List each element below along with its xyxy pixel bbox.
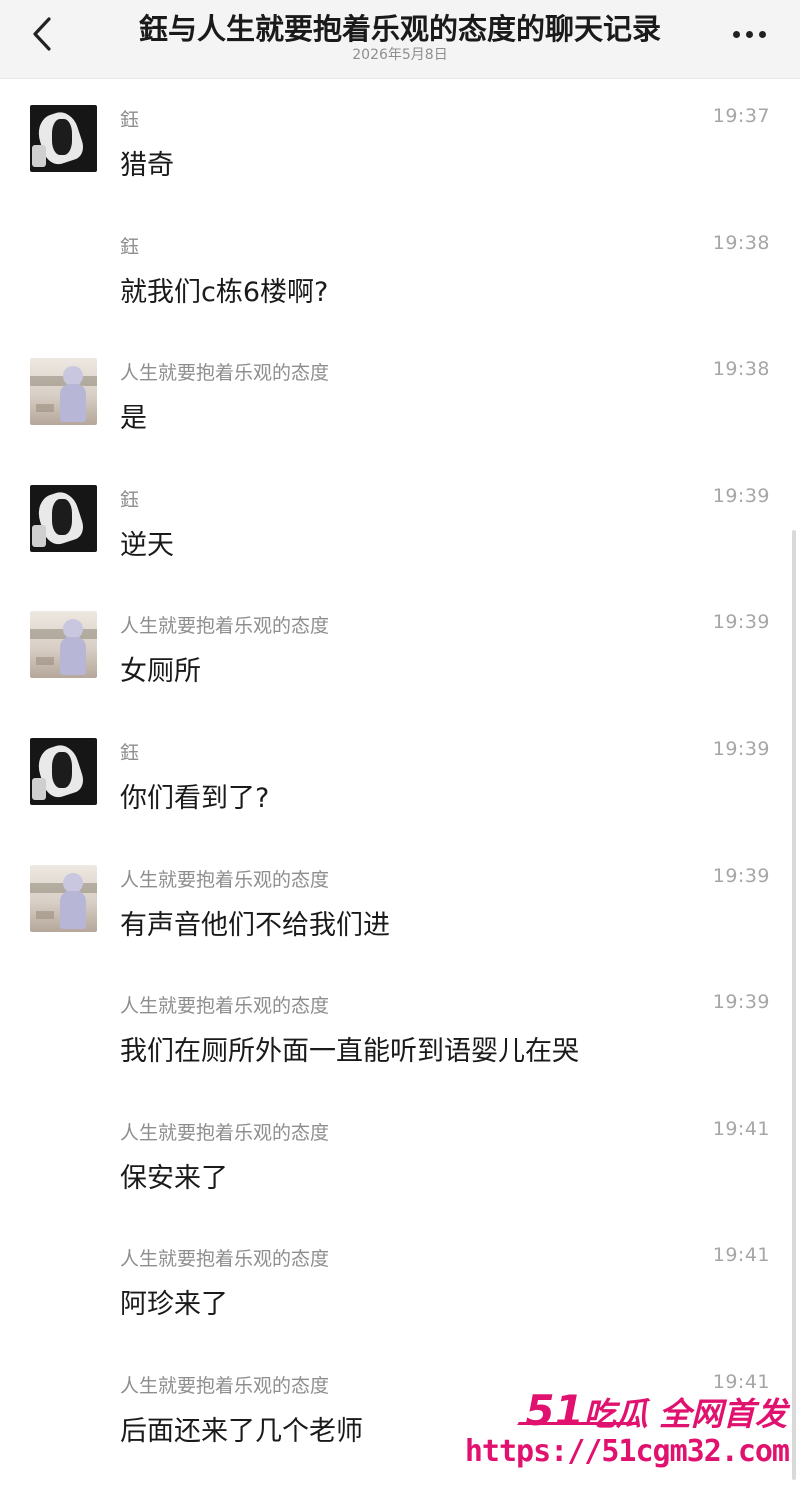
sender-name: 人生就要抱着乐观的态度 bbox=[120, 615, 330, 638]
message-text: 是 bbox=[120, 403, 147, 435]
message-text: 有声音他们不给我们进 bbox=[120, 909, 390, 941]
watermark-brand-text: 吃瓜 全网首发 bbox=[583, 1395, 787, 1433]
site-watermark: 51吃瓜 全网首发 https://51cgm32.com bbox=[465, 1378, 797, 1488]
message-item[interactable]: 人生就要抱着乐观的态度 19:39 我们在厕所外面一直能听到语婴儿在哭 bbox=[0, 965, 800, 1092]
message-text: 女厕所 bbox=[120, 656, 201, 688]
message-time: 19:39 bbox=[712, 991, 770, 1014]
message-time: 19:38 bbox=[712, 231, 770, 254]
scrollbar[interactable] bbox=[792, 530, 796, 1480]
sender-name: 人生就要抱着乐观的态度 bbox=[120, 1121, 330, 1144]
sender-name: 人生就要抱着乐观的态度 bbox=[120, 868, 330, 891]
message-item[interactable]: 人生就要抱着乐观的态度 19:41 阿珍来了 bbox=[0, 1218, 800, 1345]
message-item[interactable]: 人生就要抱着乐观的态度 19:38 是 bbox=[0, 332, 800, 459]
avatar[interactable] bbox=[30, 484, 97, 552]
message-text: 保安来了 bbox=[120, 1162, 228, 1194]
message-text: 我们在厕所外面一直能听到语婴儿在哭 bbox=[120, 1036, 579, 1068]
message-item[interactable]: 人生就要抱着乐观的态度 19:41 保安来了 bbox=[0, 1092, 800, 1219]
message-time: 19:38 bbox=[712, 358, 770, 381]
message-time: 19:41 bbox=[712, 1244, 770, 1267]
sender-name: 人生就要抱着乐观的态度 bbox=[120, 1248, 330, 1271]
message-time: 19:37 bbox=[712, 105, 770, 127]
message-text: 猎奇 bbox=[120, 150, 174, 181]
sender-name: 鈺 bbox=[120, 235, 140, 258]
avatar[interactable] bbox=[30, 737, 97, 805]
message-text: 逆天 bbox=[120, 529, 174, 561]
message-time: 19:41 bbox=[712, 1117, 770, 1140]
more-dot-icon bbox=[732, 30, 740, 38]
history-date: 2026年5月8日 bbox=[352, 47, 448, 63]
message-text: 就我们c栋6楼啊? bbox=[120, 276, 329, 308]
message-time: 19:39 bbox=[712, 484, 770, 507]
avatar[interactable] bbox=[30, 611, 97, 679]
message-time: 19:39 bbox=[712, 611, 770, 634]
sender-name: 鈺 bbox=[120, 109, 140, 131]
watermark-stroke bbox=[517, 1422, 639, 1425]
message-item[interactable]: 鈺 19:38 就我们c栋6楼啊? bbox=[0, 206, 800, 333]
sender-name: 人生就要抱着乐观的态度 bbox=[120, 362, 330, 385]
message-time: 19:39 bbox=[712, 737, 770, 760]
watermark-brand: 51吃瓜 全网首发 bbox=[525, 1386, 787, 1435]
sender-name: 人生就要抱着乐观的态度 bbox=[120, 1374, 330, 1397]
message-item[interactable]: 人生就要抱着乐观的态度 19:39 有声音他们不给我们进 bbox=[0, 839, 800, 966]
avatar[interactable] bbox=[30, 358, 97, 426]
avatar[interactable] bbox=[30, 105, 97, 172]
message-item[interactable]: 鈺 19:39 你们看到了? bbox=[0, 712, 800, 839]
message-item[interactable]: 鈺 19:39 逆天 bbox=[0, 459, 800, 586]
message-item[interactable]: 人生就要抱着乐观的态度 19:39 女厕所 bbox=[0, 585, 800, 712]
more-options-button[interactable] bbox=[724, 14, 774, 54]
chat-history-header: 鈺与人生就要抱着乐观的态度的聊天记录 2026年5月8日 bbox=[0, 0, 800, 79]
sender-name: 鈺 bbox=[120, 488, 140, 511]
message-text: 阿珍来了 bbox=[120, 1289, 228, 1321]
message-text: 你们看到了? bbox=[120, 782, 270, 814]
sender-name: 鈺 bbox=[120, 741, 140, 764]
page-title: 鈺与人生就要抱着乐观的态度的聊天记录 bbox=[138, 12, 661, 46]
message-list[interactable]: 鈺 19:37 猎奇 鈺 19:38 就我们c栋6楼啊? 人生就要抱着乐观的态度… bbox=[0, 79, 800, 1472]
message-item[interactable]: 鈺 19:37 猎奇 bbox=[0, 79, 800, 206]
sender-name: 人生就要抱着乐观的态度 bbox=[120, 995, 330, 1018]
watermark-url: https://51cgm32.com bbox=[464, 1434, 790, 1469]
watermark-number: 51 bbox=[525, 1386, 584, 1435]
message-time: 19:39 bbox=[712, 864, 770, 887]
more-dot-icon bbox=[745, 30, 753, 38]
message-text: 后面还来了几个老师 bbox=[120, 1415, 363, 1447]
avatar[interactable] bbox=[30, 864, 97, 932]
more-dot-icon bbox=[758, 30, 766, 38]
